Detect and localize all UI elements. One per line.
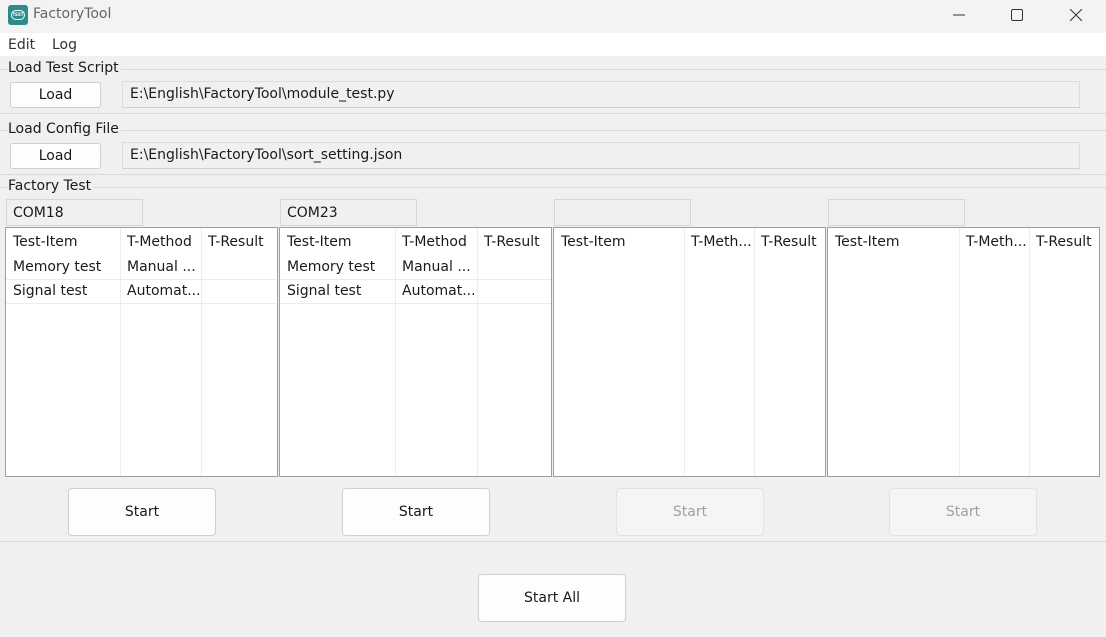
script-group-border [0, 69, 1106, 70]
start-button[interactable]: Start [68, 488, 216, 536]
cell-t-method: Automat... [402, 283, 476, 299]
cell-t-method: Automat... [127, 283, 201, 299]
cell-test-item: Memory test [13, 259, 102, 275]
menu-log[interactable]: Log [52, 37, 77, 53]
column-header-test-item[interactable]: Test-Item [561, 234, 626, 250]
script-path-field[interactable]: E:\English\FactoryTool\module_test.py [122, 81, 1080, 108]
script-group-label: Load Test Script [8, 60, 121, 76]
factory-group-border [0, 187, 1106, 188]
column-header-t-method[interactable]: T-Meth... [966, 234, 1027, 250]
column-header-t-result[interactable]: T-Result [1036, 234, 1092, 250]
start-button: Start [616, 488, 764, 536]
factorytool-app-icon: TEST [8, 5, 28, 25]
column-divider [120, 228, 121, 476]
config-group-border [0, 130, 1106, 131]
cell-test-item: Memory test [287, 259, 376, 275]
row-divider [280, 303, 551, 304]
port-field[interactable] [828, 199, 965, 226]
close-icon [1070, 9, 1082, 21]
column-divider [684, 228, 685, 476]
test-table[interactable]: Test-Item T-Method T-Result Memory test … [5, 227, 278, 477]
divider [0, 174, 1106, 175]
start-button[interactable]: Start [342, 488, 490, 536]
load-config-button[interactable]: Load [10, 143, 101, 169]
row-divider [6, 279, 277, 280]
divider [0, 541, 1106, 542]
row-divider [280, 279, 551, 280]
column-divider [959, 228, 960, 476]
start-button: Start [889, 488, 1037, 536]
column-divider [754, 228, 755, 476]
window-title: FactoryTool [33, 6, 112, 22]
config-path-field[interactable]: E:\English\FactoryTool\sort_setting.json [122, 142, 1080, 169]
test-table[interactable]: Test-Item T-Meth... T-Result [553, 227, 826, 477]
column-divider [1029, 228, 1030, 476]
menu-edit[interactable]: Edit [8, 37, 35, 53]
maximize-button[interactable] [988, 0, 1046, 30]
load-script-button[interactable]: Load [10, 82, 101, 108]
title-bar: TEST FactoryTool [0, 0, 1106, 33]
column-header-t-result[interactable]: T-Result [208, 234, 264, 250]
column-header-test-item[interactable]: Test-Item [835, 234, 900, 250]
minimize-button[interactable] [930, 0, 988, 30]
port-field[interactable]: COM18 [6, 199, 143, 226]
column-divider [201, 228, 202, 476]
column-divider [395, 228, 396, 476]
menu-bar: Edit Log [0, 33, 1106, 56]
row-divider [6, 303, 277, 304]
column-header-t-result[interactable]: T-Result [484, 234, 540, 250]
maximize-icon [1011, 9, 1023, 21]
factory-group-label: Factory Test [8, 178, 94, 194]
test-table[interactable]: Test-Item T-Meth... T-Result [827, 227, 1100, 477]
cell-t-method: Manual ... [402, 259, 471, 275]
column-header-test-item[interactable]: Test-Item [13, 234, 78, 250]
divider [0, 113, 1106, 114]
column-header-t-method[interactable]: T-Method [127, 234, 192, 250]
close-button[interactable] [1047, 0, 1105, 30]
test-table[interactable]: Test-Item T-Method T-Result Memory test … [279, 227, 552, 477]
column-header-t-result[interactable]: T-Result [761, 234, 817, 250]
column-header-t-method[interactable]: T-Method [402, 234, 467, 250]
cell-test-item: Signal test [13, 283, 88, 299]
cell-test-item: Signal test [287, 283, 362, 299]
cell-t-method: Manual ... [127, 259, 196, 275]
port-field[interactable] [554, 199, 691, 226]
port-field[interactable]: COM23 [280, 199, 417, 226]
config-group-label: Load Config File [8, 121, 121, 137]
start-all-button[interactable]: Start All [478, 574, 626, 622]
minimize-icon [953, 14, 965, 16]
column-header-test-item[interactable]: Test-Item [287, 234, 352, 250]
column-header-t-method[interactable]: T-Meth... [691, 234, 752, 250]
column-divider [477, 228, 478, 476]
